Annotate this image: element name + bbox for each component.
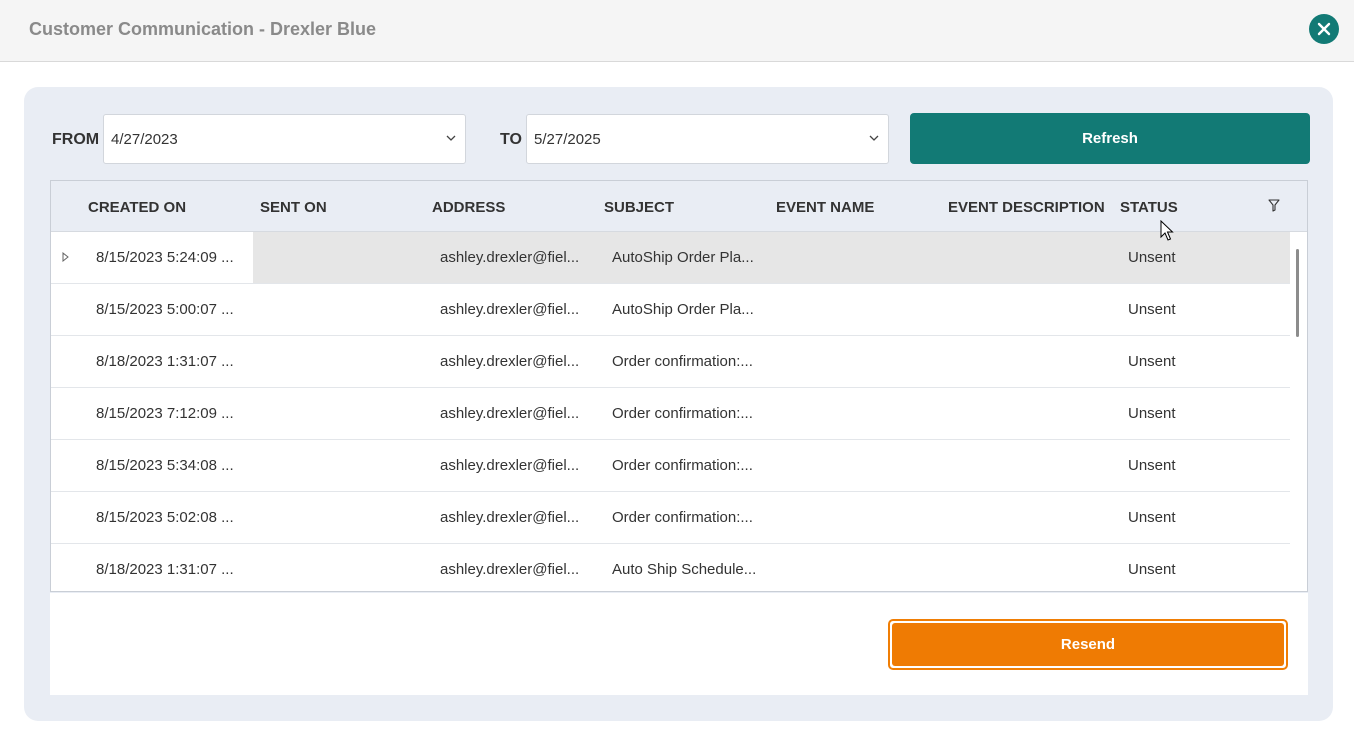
from-date-value: 4/27/2023 (111, 131, 178, 148)
refresh-button[interactable]: Refresh (910, 113, 1310, 164)
cell-status: Unsent (1128, 561, 1176, 578)
cell-address: ashley.drexler@fiel... (440, 509, 580, 526)
cell-status: Unsent (1128, 405, 1176, 422)
cell-address: ashley.drexler@fiel... (440, 561, 580, 578)
to-date-select[interactable]: 5/27/2025 (526, 114, 889, 164)
cell-created-on: 8/18/2023 1:31:07 ... (96, 353, 234, 370)
scrollbar-thumb[interactable] (1296, 249, 1299, 337)
cell-status: Unsent (1128, 353, 1176, 370)
expand-arrow-icon[interactable] (62, 252, 70, 262)
cell-subject: Auto Ship Schedule... (612, 561, 757, 578)
cell-status: Unsent (1128, 249, 1176, 266)
cell-subject: Order confirmation:... (612, 509, 753, 526)
resend-button[interactable]: Resend (888, 619, 1288, 670)
to-date-value: 5/27/2025 (534, 131, 601, 148)
table-row[interactable]: 8/15/2023 5:34:08 ... ashley.drexler@fie… (51, 440, 1290, 492)
cell-status: Unsent (1128, 301, 1176, 318)
from-date-select[interactable]: 4/27/2023 (103, 114, 466, 164)
table-row[interactable]: 8/15/2023 5:02:08 ... ashley.drexler@fie… (51, 492, 1290, 544)
grid-header: CREATED ON SENT ON ADDRESS SUBJECT EVENT… (51, 181, 1307, 232)
title-bar: Customer Communication - Drexler Blue (0, 0, 1354, 62)
close-icon (1317, 22, 1331, 36)
cell-address: ashley.drexler@fiel... (440, 457, 580, 474)
column-header-status[interactable]: STATUS (1120, 199, 1178, 216)
to-label: TO (500, 131, 522, 148)
table-row[interactable]: 8/15/2023 5:24:09 ... ashley.drexler@fie… (51, 232, 1290, 284)
communications-grid: CREATED ON SENT ON ADDRESS SUBJECT EVENT… (50, 180, 1308, 592)
column-header-address[interactable]: ADDRESS (432, 199, 505, 216)
vertical-scrollbar[interactable] (1291, 233, 1307, 591)
chevron-down-icon (446, 135, 456, 141)
cell-created-on: 8/18/2023 1:31:07 ... (96, 561, 234, 578)
cell-status: Unsent (1128, 509, 1176, 526)
cell-subject: Order confirmation:... (612, 353, 753, 370)
cell-subject: Order confirmation:... (612, 405, 753, 422)
filter-icon[interactable] (1268, 199, 1280, 212)
cell-address: ashley.drexler@fiel... (440, 405, 580, 422)
table-row[interactable]: 8/15/2023 7:12:09 ... ashley.drexler@fie… (51, 388, 1290, 440)
cell-address: ashley.drexler@fiel... (440, 301, 580, 318)
cell-status: Unsent (1128, 457, 1176, 474)
cell-address: ashley.drexler@fiel... (440, 353, 580, 370)
cell-created-on: 8/15/2023 5:24:09 ... (96, 249, 234, 266)
window-title: Customer Communication - Drexler Blue (29, 19, 377, 39)
cell-created-on: 8/15/2023 5:34:08 ... (96, 457, 234, 474)
table-row[interactable]: 8/15/2023 5:00:07 ... ashley.drexler@fie… (51, 284, 1290, 336)
cell-subject: Order confirmation:... (612, 457, 753, 474)
table-row[interactable]: 8/18/2023 1:31:07 ... ashley.drexler@fie… (51, 336, 1290, 388)
cell-address: ashley.drexler@fiel... (440, 249, 580, 266)
cell-created-on: 8/15/2023 7:12:09 ... (96, 405, 234, 422)
cell-subject: AutoShip Order Pla... (612, 301, 754, 318)
column-header-event-description[interactable]: EVENT DESCRIPTION (948, 199, 1105, 216)
from-label: FROM (52, 131, 100, 148)
resend-button-label: Resend (892, 623, 1284, 666)
chevron-down-icon (869, 135, 879, 141)
table-row[interactable]: 8/18/2023 1:31:07 ... ashley.drexler@fie… (51, 544, 1290, 591)
cell-created-on: 8/15/2023 5:02:08 ... (96, 509, 234, 526)
mouse-pointer-icon (1160, 220, 1174, 241)
column-header-sent-on[interactable]: SENT ON (260, 199, 327, 216)
close-button[interactable] (1309, 14, 1339, 44)
column-header-created-on[interactable]: CREATED ON (88, 199, 186, 216)
cell-subject: AutoShip Order Pla... (612, 249, 754, 266)
column-header-subject[interactable]: SUBJECT (604, 199, 674, 216)
column-header-event-name[interactable]: EVENT NAME (776, 199, 874, 216)
cell-created-on: 8/15/2023 5:00:07 ... (96, 301, 234, 318)
